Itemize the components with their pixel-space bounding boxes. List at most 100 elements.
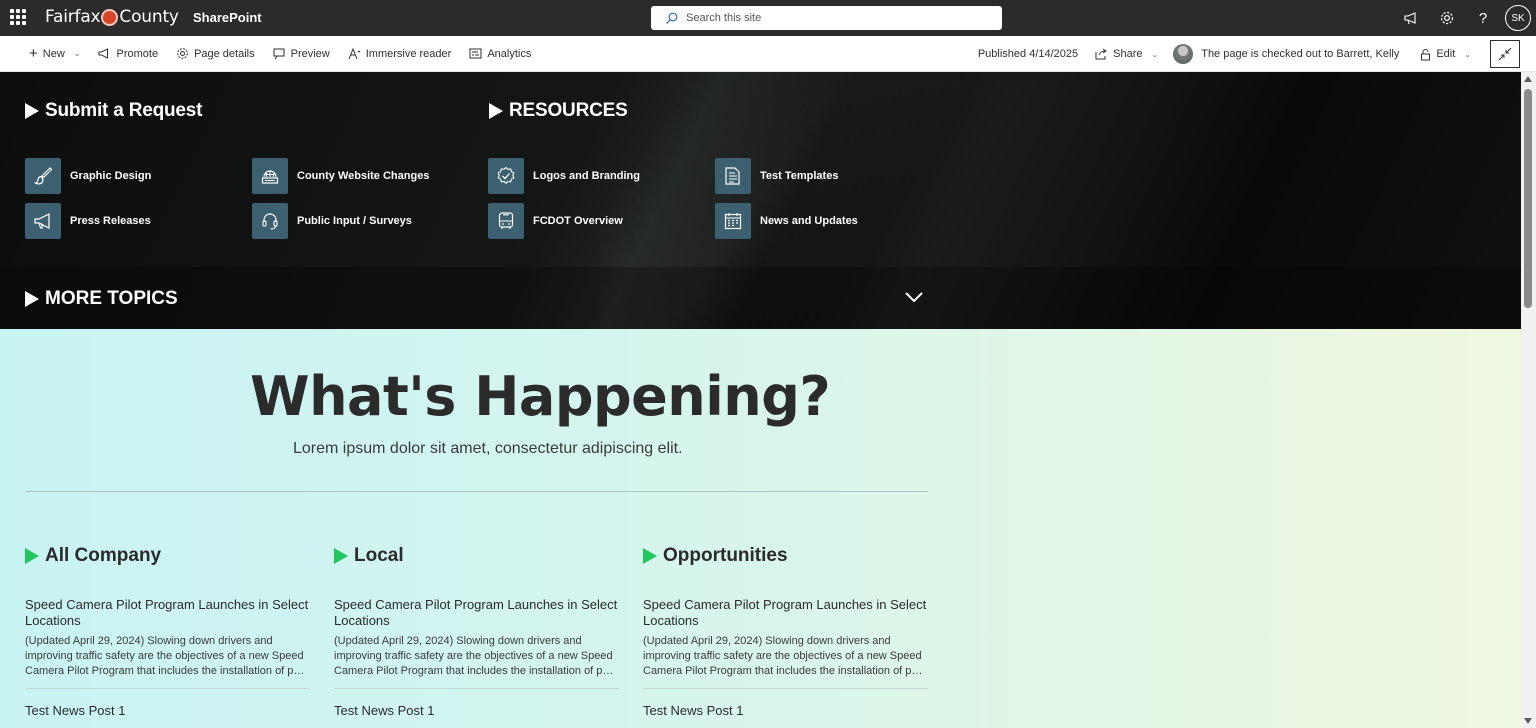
column-title: Opportunities (663, 545, 788, 566)
desc-line: improving traffic safety are the objecti… (334, 650, 613, 662)
new-button[interactable]: + New ⌄ (20, 36, 89, 72)
triangle-icon (489, 103, 503, 119)
app-name[interactable]: SharePoint (193, 10, 262, 25)
immersive-reader-icon (348, 47, 361, 59)
news-separator (643, 688, 928, 689)
whats-happening-section: What's Happening? Lorem ipsum dolor sit … (0, 329, 1521, 728)
triangle-icon (334, 548, 348, 564)
chevron-down-icon: ⌄ (1464, 49, 1471, 59)
headset-icon (252, 203, 288, 239)
tile-label: Logos and Branding (533, 170, 640, 182)
tile-label: FCDOT Overview (533, 215, 623, 227)
immersive-reader-button[interactable]: Immersive reader (339, 36, 461, 72)
scroll-down-arrow-icon[interactable] (1524, 718, 1532, 724)
globe-icon (252, 158, 288, 194)
column-heading[interactable]: Opportunities (643, 544, 928, 568)
scroll-thumb[interactable] (1524, 89, 1532, 308)
news-separator (334, 688, 619, 689)
divider (25, 491, 928, 492)
waffle-icon[interactable] (10, 9, 26, 25)
news-item-description: (Updated April 29, 2024) Slowing down dr… (334, 634, 619, 679)
search-placeholder: Search this site (686, 12, 762, 24)
brand-left-text: Fairfax (45, 7, 101, 27)
preview-button[interactable]: Preview (264, 36, 339, 72)
news-item-title[interactable]: Test News Post 1 (643, 703, 928, 718)
hero-section: Submit a Request RESOURCES Graphic Desig… (0, 72, 1521, 329)
submit-request-title: Submit a Request (45, 100, 203, 121)
published-status: Published 4/14/2025 (977, 48, 1079, 60)
megaphone-icon (25, 203, 61, 239)
lock-icon (1421, 48, 1431, 60)
column-heading[interactable]: All Company (25, 544, 310, 568)
badge-check-icon (488, 158, 524, 194)
checked-out-status: The page is checked out to Barrett, Kell… (1201, 48, 1400, 60)
scroll-up-arrow-icon[interactable] (1524, 76, 1532, 82)
tile-logos-and-branding[interactable]: Logos and Branding (488, 158, 640, 194)
command-bar: + New ⌄ Promote Page details Preview Imm… (0, 36, 1536, 72)
search-box[interactable]: Search this site (651, 6, 1002, 30)
tile-public-input-surveys[interactable]: Public Input / Surveys (252, 203, 412, 239)
tile-fcdot-overview[interactable]: FCDOT Overview (488, 203, 623, 239)
page-details-button[interactable]: Page details (167, 36, 264, 72)
analytics-label: Analytics (487, 47, 532, 60)
triangle-icon (25, 291, 39, 307)
news-item-description: (Updated April 29, 2024) Slowing down dr… (25, 634, 310, 679)
desc-line: improving traffic safety are the objecti… (25, 650, 304, 662)
news-item-title[interactable]: Speed Camera Pilot Program Launches in S… (334, 597, 619, 629)
news-item-title[interactable]: Speed Camera Pilot Program Launches in S… (25, 597, 310, 629)
help-icon[interactable]: ? (1465, 0, 1501, 36)
more-topics-heading[interactable]: MORE TOPICS (25, 288, 178, 310)
megaphone-icon (98, 47, 109, 59)
desc-line: Camera Pilot Program that includes the i… (25, 665, 310, 677)
user-avatar[interactable]: SK (1505, 5, 1531, 31)
desc-line: (Updated April 29, 2024) Slowing down dr… (643, 635, 891, 647)
resources-heading: RESOURCES (489, 100, 628, 122)
tile-news-and-updates[interactable]: News and Updates (715, 203, 858, 239)
edit-label: Edit (1436, 48, 1456, 60)
plus-icon: + (29, 45, 38, 62)
new-label: New (42, 47, 65, 60)
tile-press-releases[interactable]: Press Releases (25, 203, 151, 239)
desc-line: (Updated April 29, 2024) Slowing down dr… (334, 635, 582, 647)
suite-bar: Fairfax County SharePoint Search this si… (0, 0, 1536, 36)
desc-line: improving traffic safety are the objecti… (643, 650, 922, 662)
analytics-button[interactable]: Analytics (460, 36, 540, 72)
tile-test-templates[interactable]: Test Templates (715, 158, 838, 194)
news-separator (25, 688, 310, 689)
tile-graphic-design[interactable]: Graphic Design (25, 158, 151, 194)
chevron-down-icon[interactable] (904, 290, 924, 308)
paintbrush-icon (25, 158, 61, 194)
triangle-icon (25, 103, 39, 119)
vertical-scrollbar[interactable] (1521, 72, 1536, 728)
triangle-icon (643, 548, 657, 564)
share-button[interactable]: Share ⌄ (1086, 36, 1167, 72)
county-seal-icon (101, 8, 119, 26)
desc-line: (Updated April 29, 2024) Slowing down dr… (25, 635, 273, 647)
collapse-button[interactable] (1490, 40, 1520, 68)
gear-icon (177, 48, 188, 59)
analytics-icon (469, 48, 482, 59)
edit-button[interactable]: Edit ⌄ (1411, 36, 1480, 72)
news-item-title[interactable]: Test News Post 1 (25, 703, 310, 718)
tile-county-website-changes[interactable]: County Website Changes (252, 158, 429, 194)
triangle-icon (25, 548, 39, 564)
news-item-title[interactable]: Test News Post 1 (334, 703, 619, 718)
page-details-label: Page details (194, 47, 255, 60)
share-icon (1095, 48, 1108, 60)
news-column-all-company: All Company Speed Camera Pilot Program L… (25, 544, 310, 718)
chevron-down-icon: ⌄ (1151, 49, 1159, 59)
preview-label: Preview (290, 47, 330, 60)
search-icon (666, 12, 678, 24)
gear-icon[interactable] (1429, 0, 1465, 36)
desc-line: Camera Pilot Program that includes the i… (334, 665, 619, 677)
immersive-reader-label: Immersive reader (365, 47, 452, 60)
column-heading[interactable]: Local (334, 544, 619, 568)
megaphone-icon[interactable] (1393, 0, 1429, 36)
share-label: Share (1113, 48, 1143, 60)
resources-title: RESOURCES (509, 100, 628, 121)
county-logo[interactable]: Fairfax County (45, 7, 179, 27)
checkout-user-avatar (1173, 44, 1194, 64)
promote-button[interactable]: Promote (89, 36, 167, 72)
news-item-title[interactable]: Speed Camera Pilot Program Launches in S… (643, 597, 928, 629)
page-title: What's Happening? (250, 365, 831, 428)
